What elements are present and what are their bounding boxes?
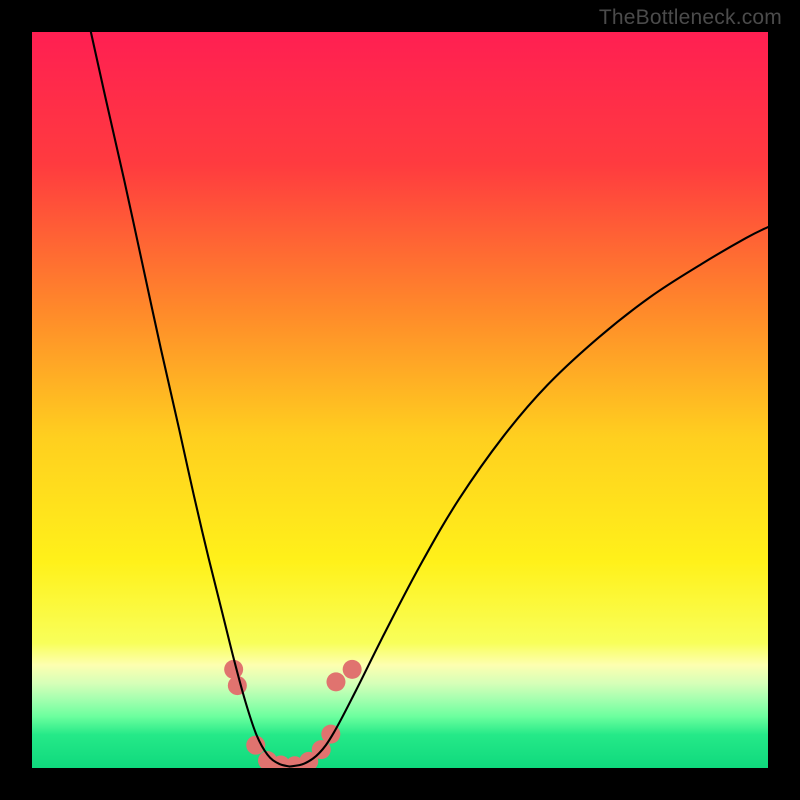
watermark-text: TheBottleneck.com xyxy=(599,6,782,30)
gradient-background xyxy=(32,32,768,768)
chart-svg xyxy=(32,32,768,768)
highlight-dot xyxy=(343,660,362,679)
highlight-dot xyxy=(224,660,243,679)
highlight-dot xyxy=(228,676,247,695)
highlight-dot xyxy=(326,672,345,691)
chart-frame xyxy=(32,32,768,768)
